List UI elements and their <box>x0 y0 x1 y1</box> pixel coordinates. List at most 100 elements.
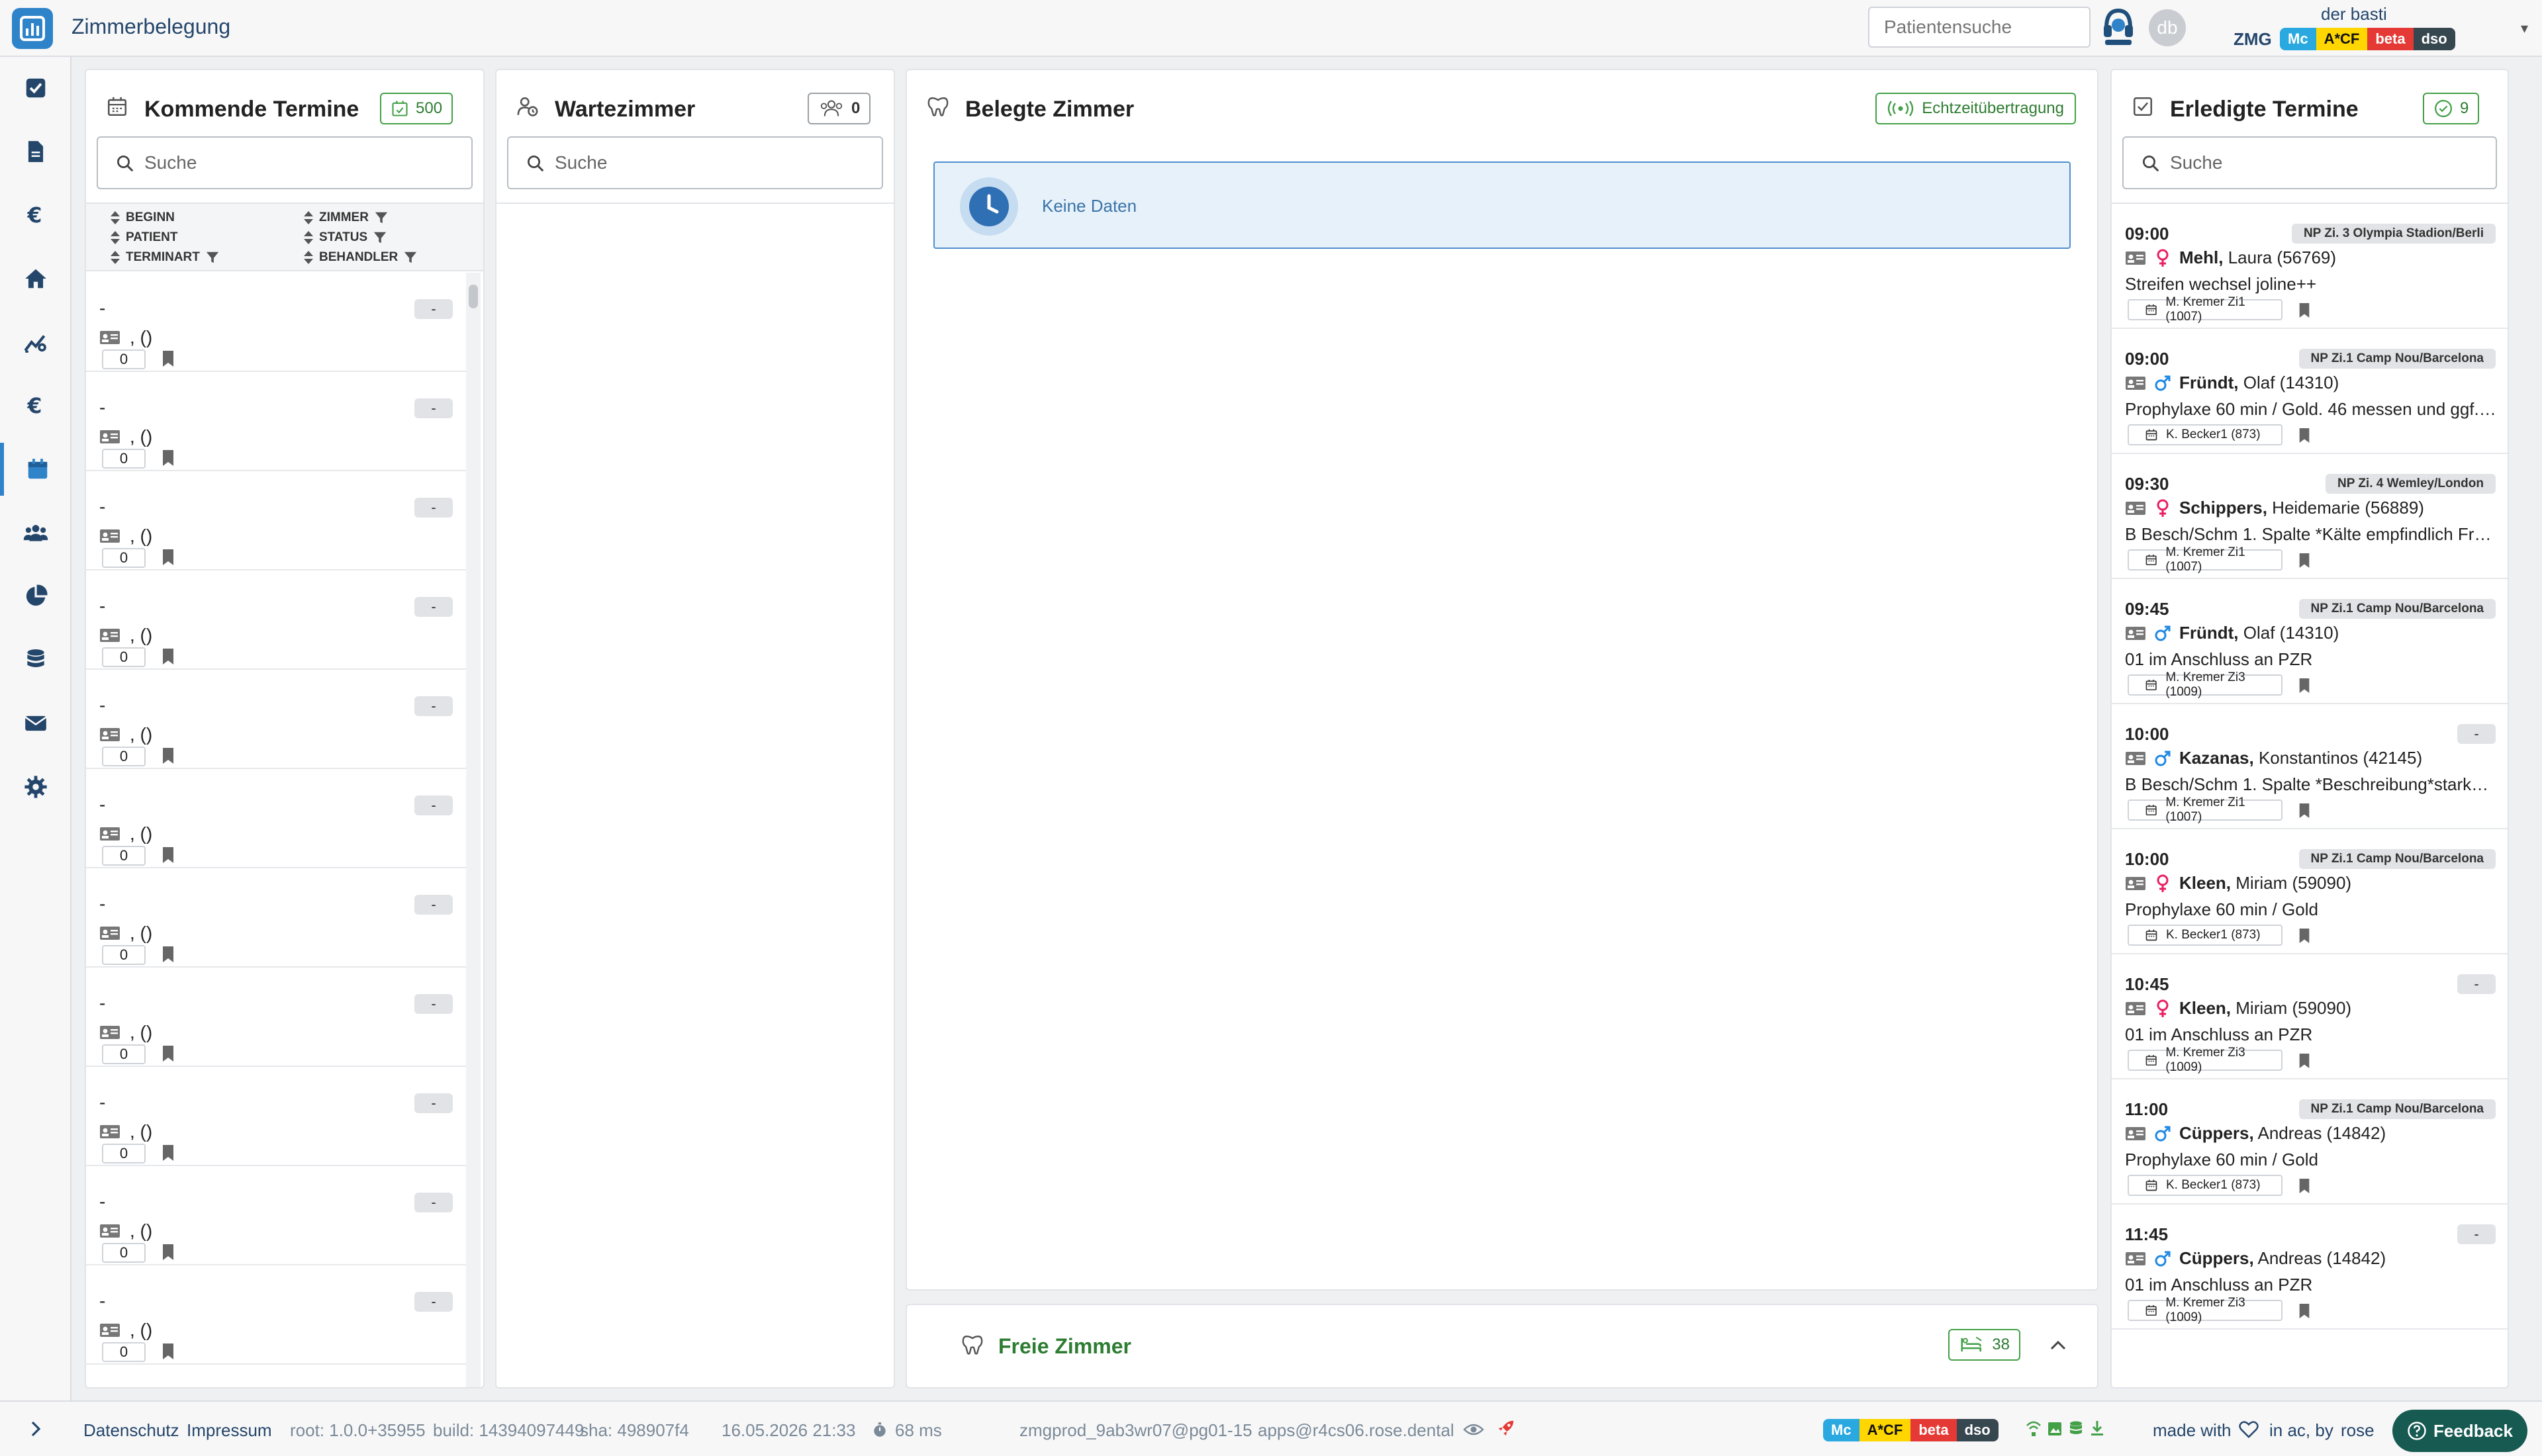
id-card-icon[interactable] <box>2125 751 2146 766</box>
sort-terminart[interactable]: TERMINART <box>110 250 220 265</box>
bookmark-icon[interactable] <box>160 1243 176 1261</box>
eye-icon[interactable] <box>1463 1420 1484 1439</box>
list-item[interactable]: --, () 0 <box>86 570 466 670</box>
impressum-link[interactable]: Impressum <box>187 1420 272 1441</box>
scrollbar[interactable] <box>466 273 481 1387</box>
scrollbar-thumb[interactable] <box>469 285 478 308</box>
patient-last-name[interactable]: Mehl, <box>2179 248 2223 267</box>
id-card-icon[interactable] <box>99 1025 120 1040</box>
sort-status[interactable]: STATUS <box>303 230 387 245</box>
bookmark-icon[interactable] <box>160 1044 176 1063</box>
patient-search-input[interactable] <box>1868 7 2091 48</box>
sidebar-item-statistics[interactable] <box>0 570 71 623</box>
waiting-search-input[interactable]: Suche <box>507 136 883 189</box>
avatar[interactable]: db <box>2149 9 2186 46</box>
patient-last-name[interactable]: Kazanas, <box>2179 748 2254 768</box>
bookmark-icon[interactable] <box>160 349 176 368</box>
bookmark-icon[interactable] <box>160 945 176 964</box>
list-item[interactable]: --, () 0 <box>86 868 466 968</box>
sidebar-item-documents[interactable] <box>0 125 71 178</box>
list-item[interactable]: 11:45 - Cüppers, Andreas (14842) 01 im Ansc… <box>2112 1205 2508 1330</box>
id-card-icon[interactable] <box>99 628 120 643</box>
user-name[interactable]: der basti <box>2321 4 2387 24</box>
free-rooms-panel[interactable]: Freie Zimmer 38 <box>906 1304 2098 1388</box>
sidebar-item-messages[interactable] <box>0 697 71 750</box>
sidebar-item-database[interactable] <box>0 633 71 686</box>
list-item[interactable]: 09:00 NP Zi. 3 Olympia Stadion/Berli Mehl,… <box>2112 204 2508 329</box>
id-card-icon[interactable] <box>2125 376 2146 390</box>
id-card-icon[interactable] <box>99 330 120 345</box>
sidebar-item-analytics[interactable] <box>0 316 71 369</box>
list-item[interactable]: --, () 0 <box>86 1265 466 1365</box>
bookmark-icon[interactable] <box>2297 1302 2312 1320</box>
list-item[interactable]: 11:00 NP Zi.1 Camp Nou/Barcelona Cüppers, … <box>2112 1079 2508 1205</box>
list-item[interactable]: --, () 0 <box>86 471 466 570</box>
patient-last-name[interactable]: Cüppers, <box>2179 1248 2254 1268</box>
chevron-up-icon[interactable] <box>2048 1337 2068 1353</box>
bookmark-icon[interactable] <box>2297 927 2312 944</box>
headset-icon[interactable] <box>2100 5 2137 46</box>
bookmark-icon[interactable] <box>160 1342 176 1361</box>
datenschutz-link[interactable]: Datenschutz <box>83 1420 179 1441</box>
bookmark-icon[interactable] <box>160 846 176 864</box>
chevron-right-icon[interactable] <box>26 1419 45 1439</box>
list-item[interactable]: 09:00 NP Zi.1 Camp Nou/Barcelona Fründt, O… <box>2112 329 2508 454</box>
filter-icon[interactable] <box>373 230 387 245</box>
bookmark-icon[interactable] <box>2297 302 2312 319</box>
id-card-icon[interactable] <box>2125 251 2146 265</box>
sidebar-item-home[interactable] <box>0 252 71 305</box>
patient-last-name[interactable]: Fründt, <box>2179 373 2239 392</box>
id-card-icon[interactable] <box>99 827 120 841</box>
upcoming-search-input[interactable]: Suche <box>97 136 473 189</box>
id-card-icon[interactable] <box>99 1323 120 1338</box>
feedback-button[interactable]: Feedback <box>2392 1410 2527 1452</box>
sidebar-item-payments[interactable]: € <box>0 379 71 432</box>
list-item[interactable]: 09:45 NP Zi.1 Camp Nou/Barcelona Fründt, O… <box>2112 579 2508 704</box>
id-card-icon[interactable] <box>99 926 120 940</box>
sort-behandler[interactable]: BEHANDLER <box>303 250 418 265</box>
bookmark-icon[interactable] <box>160 1144 176 1162</box>
sidebar-item-calendar[interactable] <box>0 443 71 496</box>
id-card-icon[interactable] <box>2125 1126 2146 1141</box>
bookmark-icon[interactable] <box>2297 802 2312 819</box>
bookmark-icon[interactable] <box>2297 427 2312 444</box>
id-card-icon[interactable] <box>99 727 120 742</box>
patient-last-name[interactable]: Cüppers, <box>2179 1123 2254 1143</box>
list-item[interactable]: --, () 0 <box>86 372 466 471</box>
bookmark-icon[interactable] <box>160 747 176 765</box>
id-card-icon[interactable] <box>2125 1001 2146 1016</box>
patient-last-name[interactable]: Fründt, <box>2179 623 2239 643</box>
patient-last-name[interactable]: Kleen, <box>2179 873 2231 893</box>
patient-last-name[interactable]: Kleen, <box>2179 998 2231 1018</box>
bookmark-icon[interactable] <box>160 449 176 467</box>
list-item[interactable]: --, () 0 <box>86 769 466 868</box>
bookmark-icon[interactable] <box>2297 1177 2312 1195</box>
sort-zimmer[interactable]: ZIMMER <box>303 210 389 225</box>
id-card-icon[interactable] <box>2125 1251 2146 1266</box>
list-item[interactable]: --, () 0 <box>86 1067 466 1166</box>
id-card-icon[interactable] <box>2125 876 2146 891</box>
list-item[interactable]: --, () 0 <box>86 968 466 1067</box>
sidebar-item-settings[interactable] <box>0 760 71 813</box>
list-item[interactable]: 10:00 NP Zi.1 Camp Nou/Barcelona Kleen, Mi… <box>2112 829 2508 954</box>
id-card-icon[interactable] <box>2125 501 2146 516</box>
list-item[interactable]: --, () 0 <box>86 273 466 372</box>
done-search-input[interactable]: Suche <box>2122 136 2497 189</box>
user-menu-caret-icon[interactable]: ▾ <box>2521 20 2528 37</box>
sort-patient[interactable]: PATIENT <box>110 230 177 245</box>
list-item[interactable]: 10:00 - Kazanas, Konstantinos (42145) B Bes… <box>2112 704 2508 829</box>
filter-icon[interactable] <box>403 250 418 265</box>
id-card-icon[interactable] <box>2125 626 2146 641</box>
filter-icon[interactable] <box>374 210 389 225</box>
bookmark-icon[interactable] <box>2297 552 2312 569</box>
sort-beginn[interactable]: BEGINN <box>110 210 175 225</box>
sidebar-item-tasks[interactable] <box>0 62 71 114</box>
app-logo-icon[interactable] <box>12 8 53 49</box>
sidebar-item-patients[interactable] <box>0 506 71 559</box>
bookmark-icon[interactable] <box>2297 1052 2312 1069</box>
filter-icon[interactable] <box>205 250 220 265</box>
list-item[interactable]: 10:45 - Kleen, Miriam (59090) 01 im Anschlu… <box>2112 954 2508 1079</box>
patient-last-name[interactable]: Schippers, <box>2179 498 2267 518</box>
list-item[interactable]: --, () 0 <box>86 1166 466 1265</box>
list-item[interactable]: 09:30 NP Zi. 4 Wemley/London Schippers, He… <box>2112 454 2508 579</box>
